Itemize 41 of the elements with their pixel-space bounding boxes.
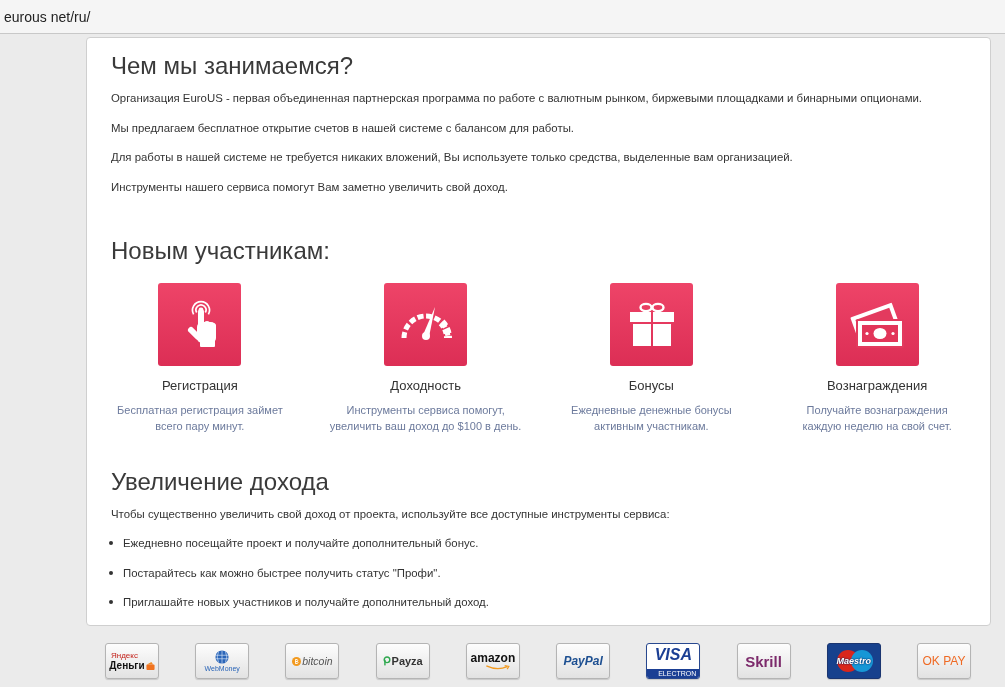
coin-icon [292, 656, 302, 666]
list-item-text: Постарайтесь как можно быстрее получить статус "Профи". [123, 565, 441, 581]
wallet-icon [145, 661, 155, 670]
logo-wordmark: Payza [391, 655, 423, 667]
paragraph: Для работы в нашей системе не требуется никаких вложений, Вы используете только средства, выделенные вам организацией. [111, 150, 794, 165]
logo-wordmark: amazon [470, 652, 516, 665]
paragraph: Мы предлагаем бесплатное открытие счетов в нашей системе с балансом для работы. [111, 120, 575, 136]
logo-wordmark: Деньги [109, 659, 145, 672]
gift-icon [609, 282, 693, 366]
paragraph: Чтобы существенно увеличить свой доход от проекта, используйте все доступные инструменты сервиса: [111, 506, 671, 522]
paragraph: Организация EuroUS - первая объединенная партнерская программа по работе с валютным рынком, биржевыми площадками и бинарными опционами. [111, 91, 923, 106]
paragraph: Инструменты нашего сервиса помогут Вам заметно увеличить свой доход. [111, 179, 509, 195]
ring-icon [382, 656, 391, 666]
logo-wordmark: OK PAY [922, 654, 966, 668]
section-heading: Новым участникам: [111, 235, 331, 266]
banknotes-icon [835, 282, 919, 366]
feature-description: Получайте вознаграждения каждую неделю на свой счет. [802, 402, 952, 434]
logo-wordmark: VISA [654, 645, 692, 664]
bullet-icon [109, 600, 113, 604]
bullet-icon [109, 570, 113, 575]
feature-title: Бонусы [628, 376, 674, 395]
touch-hand-icon [158, 282, 242, 366]
list-item-text: Ежедневно посещайте проект и получайте дополнительный бонус. [123, 536, 479, 551]
feature-description: Бесплатная регистрация займет всего пару минут. [117, 402, 283, 434]
section-heading: Чем мы занимаемся? [111, 51, 354, 81]
feature-title: Регистрация [161, 376, 238, 395]
list-item-text: Приглашайте новых участников и получайте дополнительный доход. [123, 595, 489, 610]
bullet-icon [109, 541, 113, 545]
logo-wordmark: Skrill [745, 652, 782, 670]
feature-description: Инструменты сервиса помогут, увеличить ваш доход до $100 в день. [329, 402, 522, 434]
section-heading: Увеличение дохода [111, 466, 330, 497]
logo-wordmark: PayPal [563, 654, 603, 668]
globe-icon [215, 649, 230, 664]
url-field[interactable]: eurous net/ru/ [0, 0, 1005, 34]
logo-caption: Яндекс [111, 650, 138, 660]
feature-title: Доходность [390, 376, 461, 395]
logo-wordmark: bitcoin [302, 655, 333, 667]
feature-title: Вознаграждения [826, 376, 928, 395]
feature-description: Ежедневные денежные бонусы активным участникам. [571, 402, 732, 434]
speedometer-icon [384, 282, 468, 366]
smile-arrow-icon [484, 665, 511, 670]
